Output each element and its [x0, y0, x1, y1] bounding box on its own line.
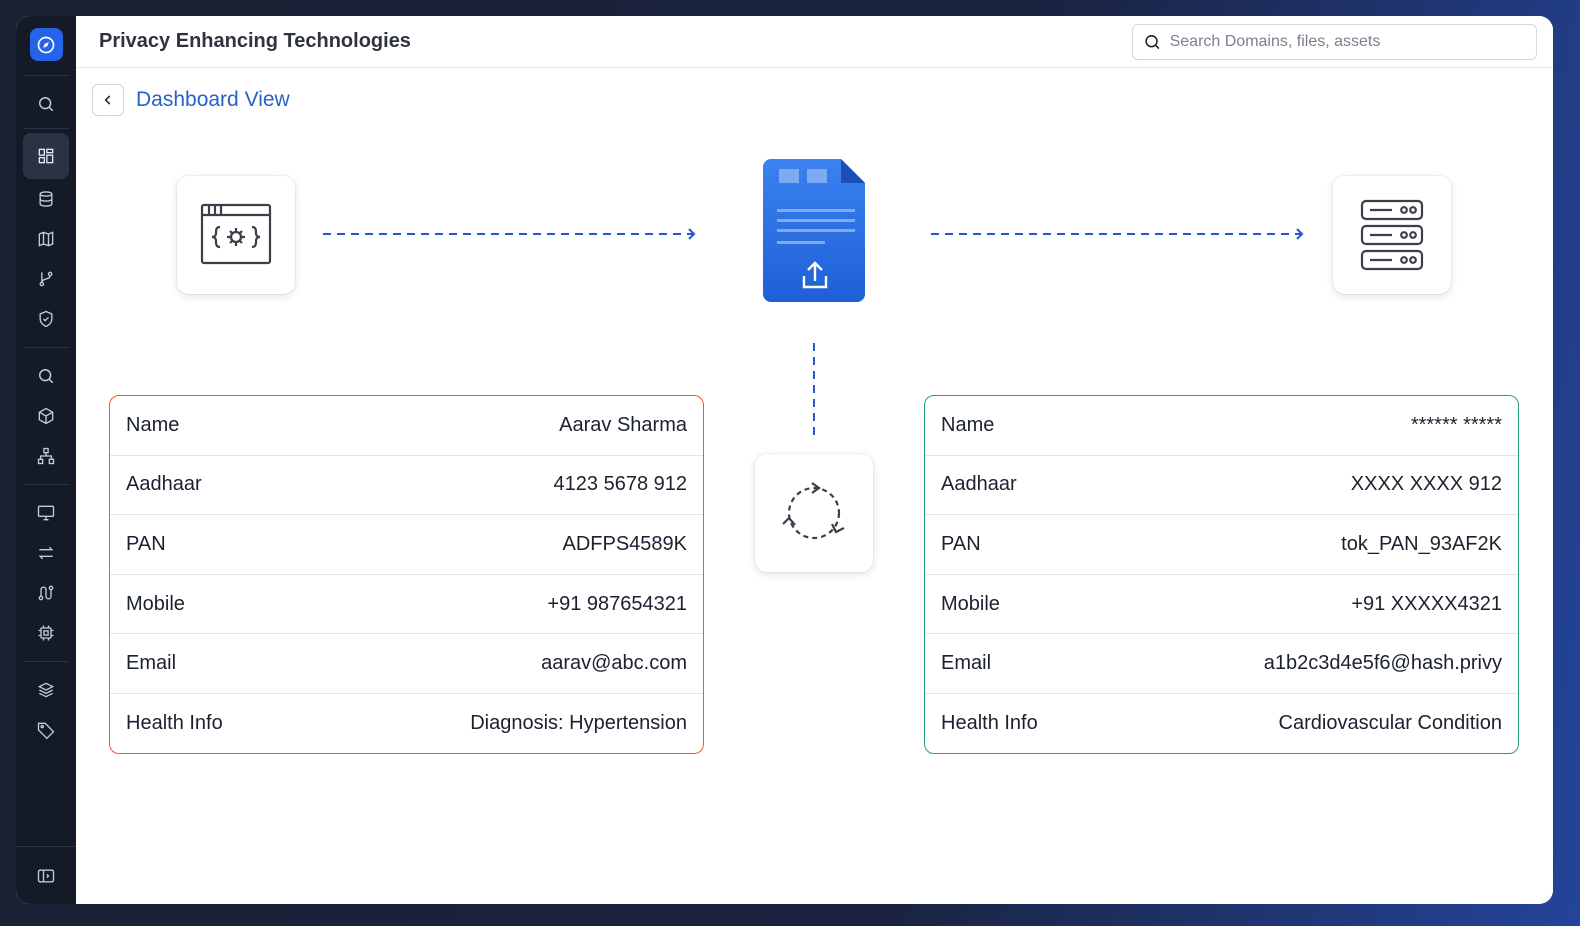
sidebar-collapse-button[interactable]: [16, 846, 76, 904]
search-icon: [39, 97, 54, 112]
chip-icon: [38, 625, 54, 641]
field-label: PAN: [941, 532, 981, 555]
field-value: ADFPS4589K: [562, 532, 687, 555]
sidebar-item-routes[interactable]: [23, 573, 69, 613]
field-value: +91 987654321: [547, 592, 687, 615]
field-label: Email: [126, 652, 177, 675]
cube-icon: [38, 407, 54, 425]
sidebar-divider: [23, 75, 69, 76]
table-row: Aadhaar 4123 5678 912: [110, 456, 703, 516]
map-icon: [38, 231, 54, 247]
sidebar-item-assets[interactable]: [23, 396, 69, 436]
top-bar: Privacy Enhancing Technologies: [76, 16, 1553, 68]
field-value: a1b2c3d4e5f6@hash.privy: [1263, 652, 1502, 675]
masked-record-card: Name ****** ***** Aadhaar XXXX XXXX 912 PA…: [924, 395, 1519, 754]
code-window-icon: [200, 203, 272, 265]
search-input[interactable]: [1169, 32, 1526, 51]
compass-icon[interactable]: [29, 28, 63, 61]
field-value: Cardiovascular Condition: [1278, 712, 1502, 735]
breadcrumb: Dashboard View: [92, 84, 290, 116]
layers-icon: [37, 682, 55, 698]
field-value: Aarav Sharma: [559, 413, 687, 436]
field-value: Diagnosis: Hypertension: [470, 712, 687, 735]
table-row: PAN tok_PAN_93AF2K: [925, 515, 1518, 575]
breadcrumb-current[interactable]: Dashboard View: [136, 88, 290, 112]
field-label: Health Info: [126, 712, 223, 735]
page-title: Privacy Enhancing Technologies: [99, 30, 411, 52]
table-row: Name Aarav Sharma: [110, 396, 703, 456]
sidebar-item-map[interactable]: [23, 219, 69, 259]
field-value: aarav@abc.com: [541, 652, 687, 675]
transform-node: [755, 454, 873, 572]
sidebar-expand-icon: [37, 869, 55, 882]
sidebar-item-search[interactable]: [23, 84, 69, 124]
field-value: 4123 5678 912: [553, 473, 687, 496]
table-row: Name ****** *****: [925, 396, 1518, 456]
field-label: Email: [941, 652, 992, 675]
main-content: Privacy Enhancing Technologies Dashboard…: [76, 16, 1553, 904]
flow-arrow-document-to-target: [931, 228, 1304, 240]
table-row: Email aarav@abc.com: [110, 634, 703, 694]
sidebar-divider: [23, 347, 69, 348]
sidebar-divider: [23, 484, 69, 485]
sidebar-item-discover[interactable]: [23, 356, 69, 396]
table-row: Health Info Cardiovascular Condition: [925, 694, 1518, 753]
field-label: Name: [126, 413, 180, 436]
flow-connector-vertical: [813, 343, 815, 439]
search-box[interactable]: [1132, 23, 1537, 60]
shield-check-icon: [39, 310, 53, 328]
monitor-icon: [37, 505, 55, 521]
search-icon: [1145, 34, 1160, 49]
sidebar-item-database[interactable]: [23, 179, 69, 219]
table-row: PAN ADFPS4589K: [110, 515, 703, 575]
transfer-icon: [38, 546, 54, 560]
back-button[interactable]: [92, 84, 124, 116]
field-value: tok_PAN_93AF2K: [1341, 532, 1502, 555]
sidebar-item-hierarchy[interactable]: [23, 436, 69, 476]
hierarchy-icon: [37, 447, 55, 465]
field-value: +91 XXXXX4321: [1351, 592, 1502, 615]
field-label: Health Info: [941, 712, 1038, 735]
tag-icon: [37, 722, 55, 740]
app-window: Privacy Enhancing Technologies Dashboard…: [16, 16, 1553, 904]
field-label: Mobile: [126, 592, 185, 615]
field-label: Name: [941, 413, 995, 436]
sidebar-item-lineage[interactable]: [23, 259, 69, 299]
database-icon: [39, 191, 53, 207]
sidebar-item-security[interactable]: [23, 299, 69, 339]
sidebar-item-monitor[interactable]: [23, 493, 69, 533]
table-row: Mobile +91 XXXXX4321: [925, 575, 1518, 635]
sidebar-divider: [23, 128, 69, 129]
field-value: ****** *****: [1410, 413, 1502, 436]
table-row: Aadhaar XXXX XXXX 912: [925, 456, 1518, 516]
refresh-icon: [782, 482, 845, 540]
sidebar-item-dashboard[interactable]: [23, 133, 69, 179]
field-label: Aadhaar: [941, 473, 1017, 496]
table-row: Email a1b2c3d4e5f6@hash.privy: [925, 634, 1518, 694]
document-upload-icon: [763, 159, 865, 302]
dashboard-icon: [38, 148, 54, 164]
field-label: PAN: [126, 532, 166, 555]
sidebar-item-tags[interactable]: [23, 710, 69, 750]
original-record-card: Name Aarav Sharma Aadhaar 4123 5678 912 PA…: [109, 395, 704, 754]
sidebar-item-layers[interactable]: [23, 670, 69, 710]
sidebar-item-transfer[interactable]: [23, 533, 69, 573]
table-row: Health Info Diagnosis: Hypertension: [110, 694, 703, 753]
chevron-left-icon: [104, 95, 111, 105]
sidebar: [16, 16, 76, 904]
server-icon: [1360, 199, 1424, 271]
route-icon: [38, 585, 54, 601]
field-value: XXXX XXXX 912: [1350, 473, 1502, 496]
flow-arrow-source-to-document: [323, 228, 696, 240]
target-node: [1333, 176, 1451, 294]
table-row: Mobile +91 987654321: [110, 575, 703, 635]
sidebar-divider: [23, 661, 69, 662]
search-icon: [39, 369, 54, 384]
field-label: Aadhaar: [126, 473, 202, 496]
sidebar-item-processing[interactable]: [23, 613, 69, 653]
git-branch-icon: [39, 271, 53, 287]
field-label: Mobile: [941, 592, 1000, 615]
source-node: [177, 176, 295, 294]
